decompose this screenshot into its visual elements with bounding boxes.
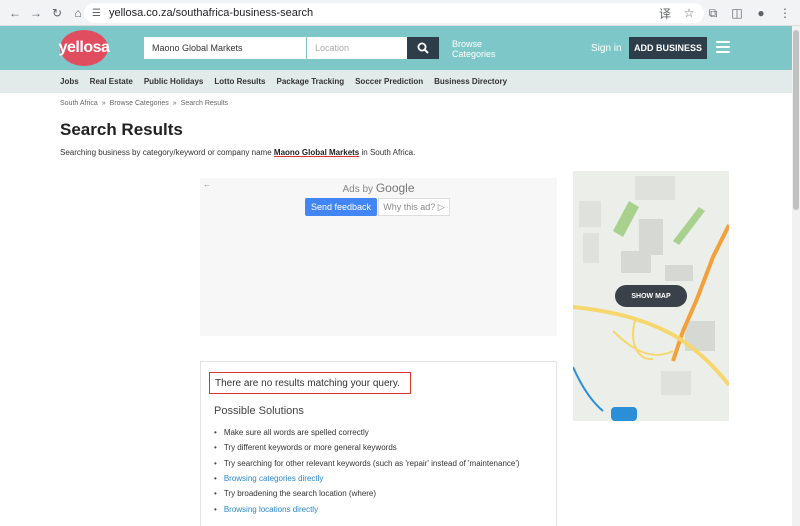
search-summary-prefix: Searching business by category/keyword o… xyxy=(60,148,272,157)
forward-icon[interactable]: → xyxy=(27,4,45,22)
nav-item-soccer-prediction[interactable]: Soccer Prediction xyxy=(355,77,423,86)
search-input[interactable]: Maono Global Markets xyxy=(144,37,306,59)
browse-line-2: Categories xyxy=(452,49,496,59)
translate-icon[interactable]: 译 xyxy=(656,4,674,22)
ads-by-label: Ads by xyxy=(342,184,374,195)
list-item: Make sure all words are spelled correctl… xyxy=(214,425,520,440)
page-title: Search Results xyxy=(60,120,183,139)
results-box: There are no results matching your query… xyxy=(200,361,557,526)
bookmark-star-icon[interactable]: ☆ xyxy=(680,4,698,22)
nav-item-public-holidays[interactable]: Public Holidays xyxy=(144,77,204,86)
url-text: yellosa.co.za/southafrica-business-searc… xyxy=(108,7,314,19)
site-header: yellosa Maono Global Markets Location Br… xyxy=(0,26,800,70)
breadcrumb-separator: » xyxy=(101,100,106,107)
nav-item-lotto-results[interactable]: Lotto Results xyxy=(214,77,265,86)
breadcrumb-browse-categories[interactable]: Browse Categories xyxy=(110,100,169,107)
reload-icon[interactable]: ↻ xyxy=(48,4,66,22)
search-button[interactable] xyxy=(407,37,439,59)
no-results-message: There are no results matching your query… xyxy=(209,372,411,394)
extensions-icon[interactable]: ⧉ xyxy=(704,4,722,22)
location-input[interactable]: Location xyxy=(307,37,407,59)
list-item: Try different keywords or more general k… xyxy=(214,440,520,455)
breadcrumb-south-africa[interactable]: South Africa xyxy=(60,100,98,107)
side-panel-icon[interactable]: ◫ xyxy=(728,4,746,22)
map-preview[interactable]: SHOW MAP xyxy=(573,171,729,421)
browser-toolbar: ← → ↻ ⌂ ☰ yellosa.co.za/southafrica-busi… xyxy=(0,0,800,26)
address-bar[interactable]: ☰ yellosa.co.za/southafrica-business-sea… xyxy=(84,3,704,23)
browse-line-1: Browse xyxy=(452,39,483,49)
yellosa-logo[interactable]: yellosa xyxy=(59,30,110,66)
back-icon[interactable]: ← xyxy=(6,4,24,22)
site-info-icon[interactable]: ☰ xyxy=(92,8,101,19)
solution-text: Make sure all words are spelled correctl… xyxy=(223,428,369,438)
scrollbar-thumb[interactable] xyxy=(793,30,799,210)
browse-categories-directly-link[interactable]: Browsing categories directly xyxy=(224,474,324,483)
ads-by-google: Ads by Google xyxy=(200,181,557,195)
sign-in-link[interactable]: Sign in xyxy=(591,43,622,54)
list-item: Try broadening the search location (wher… xyxy=(214,486,520,501)
page-scrollbar[interactable] xyxy=(792,26,800,526)
nav-item-package-tracking[interactable]: Package Tracking xyxy=(277,77,345,86)
show-map-button[interactable]: SHOW MAP xyxy=(615,285,687,307)
search-summary: Searching business by category/keyword o… xyxy=(60,148,415,157)
add-business-button[interactable]: ADD BUSINESS xyxy=(629,37,707,59)
category-nav: Jobs Real Estate Public Holidays Lotto R… xyxy=(0,70,800,93)
possible-solutions-heading: Possible Solutions xyxy=(214,405,304,417)
list-item: Browsing locations directly xyxy=(214,501,520,516)
solution-text: Try different keywords or more general k… xyxy=(223,443,397,453)
breadcrumb: South Africa» Browse Categories» Search Re… xyxy=(60,100,228,107)
nav-item-jobs[interactable]: Jobs xyxy=(60,77,79,86)
google-label: Google xyxy=(375,181,415,195)
solution-text: Try searching for other relevant keyword… xyxy=(223,458,520,468)
search-summary-suffix: in South Africa. xyxy=(361,148,416,157)
breadcrumb-separator: » xyxy=(172,100,177,107)
solutions-list: Make sure all words are spelled correctl… xyxy=(214,425,520,517)
browse-locations-directly-link[interactable]: Browsing locations directly xyxy=(224,505,318,514)
nav-item-business-directory[interactable]: Business Directory xyxy=(434,77,507,86)
list-item: Try searching for other relevant keyword… xyxy=(214,456,520,471)
menu-dots-icon[interactable]: ⋮ xyxy=(776,4,794,22)
ad-placeholder: ← Ads by Google Send feedback Why this a… xyxy=(200,178,557,336)
send-feedback-button[interactable]: Send feedback xyxy=(305,198,377,216)
nav-item-real-estate[interactable]: Real Estate xyxy=(90,77,133,86)
search-icon xyxy=(417,42,429,54)
hamburger-menu-icon[interactable] xyxy=(716,41,730,53)
browse-categories-link[interactable]: Browse Categories xyxy=(452,39,496,59)
breadcrumb-search-results: Search Results xyxy=(180,100,229,107)
list-item: Browsing categories directly xyxy=(214,471,520,486)
solution-text: Try broadening the search location (wher… xyxy=(223,489,377,499)
search-summary-query: Maono Global Markets xyxy=(273,148,360,157)
why-this-ad-button[interactable]: Why this ad? ▷ xyxy=(378,198,450,216)
profile-icon[interactable]: ● xyxy=(752,4,770,22)
